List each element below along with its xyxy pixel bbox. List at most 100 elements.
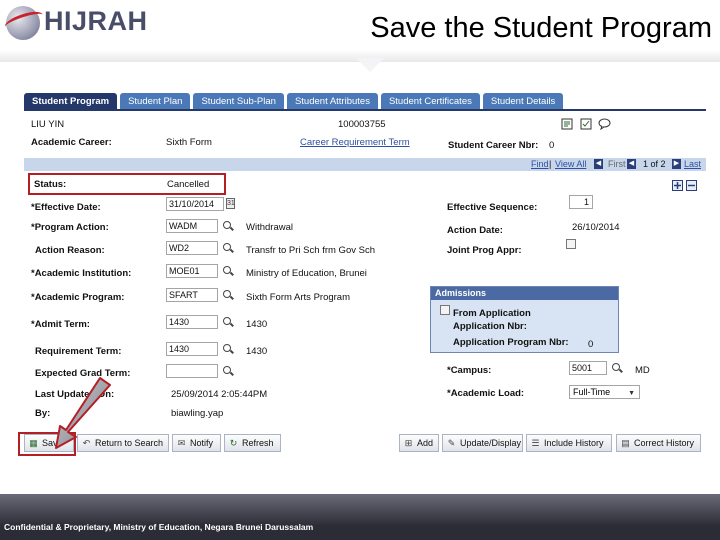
student-career-nbr-value: 0 — [549, 140, 555, 151]
notify-icon: ✉ — [177, 438, 186, 448]
admit-term-lookup-icon[interactable] — [223, 317, 234, 328]
refresh-icon: ↻ — [229, 438, 238, 448]
next-arrow-icon[interactable]: ▶ — [672, 159, 681, 169]
tab-student-certificates[interactable]: Student Certificates — [380, 93, 480, 110]
academic-load-label: *Academic Load: — [447, 388, 525, 399]
add-icon: ⊞ — [404, 438, 413, 448]
notepad-icon[interactable] — [561, 117, 574, 130]
joint-prog-appr-label: Joint Prog Appr: — [447, 245, 522, 256]
requirement-term-lookup-icon[interactable] — [223, 344, 234, 355]
refresh-button[interactable]: ↻ Refresh — [224, 434, 281, 452]
program-action-input[interactable]: WADM — [166, 219, 218, 233]
action-reason-label: Action Reason: — [35, 245, 105, 256]
requirement-term-input[interactable]: 1430 — [166, 342, 218, 356]
hijrah-logo: HIJRAH — [2, 2, 164, 42]
campus-desc: MD — [635, 365, 650, 376]
include-history-button[interactable]: ☰ Include History — [526, 434, 612, 452]
from-application-checkbox[interactable] — [440, 305, 450, 315]
academic-load-value: Full-Time — [573, 387, 611, 397]
page-tabs: Student Program Student Plan Student Sub… — [24, 93, 564, 110]
student-career-nbr-label: Student Career Nbr: — [448, 140, 539, 151]
checklist-icon[interactable] — [580, 117, 593, 130]
academic-institution-input[interactable]: MOE01 — [166, 264, 218, 278]
status-label: Status: — [34, 179, 67, 190]
academic-load-select[interactable]: Full-Time ▼ — [569, 385, 640, 399]
application-program-nbr-value: 0 — [588, 339, 594, 350]
campus-label: *Campus: — [447, 365, 492, 376]
action-reason-input[interactable]: WD2 — [166, 241, 218, 255]
tab-student-program[interactable]: Student Program — [24, 93, 118, 110]
return-to-search-button[interactable]: ↶ Return to Search — [77, 434, 169, 452]
application-program-nbr-label: Application Program Nbr: — [453, 337, 569, 348]
tab-student-plan[interactable]: Student Plan — [120, 93, 191, 110]
tab-underline — [24, 109, 706, 111]
add-row-icon[interactable] — [672, 180, 683, 191]
campus-lookup-icon[interactable] — [612, 363, 623, 374]
campus-input[interactable]: 5001 — [569, 361, 607, 375]
academic-career-value: Sixth Form — [166, 137, 212, 148]
effective-sequence-input[interactable]: 1 — [569, 195, 593, 209]
return-to-search-icon: ↶ — [82, 438, 91, 448]
first-link[interactable]: First — [608, 159, 626, 169]
effective-date-input[interactable]: 31/10/2014 — [166, 197, 224, 211]
academic-program-input[interactable]: SFART — [166, 288, 218, 302]
effective-date-label: *Effective Date: — [31, 202, 101, 213]
admit-term-desc: 1430 — [246, 319, 268, 330]
calendar-icon[interactable]: 31 — [226, 198, 235, 209]
correct-history-button[interactable]: ▤ Correct History — [616, 434, 701, 452]
academic-program-label: *Academic Program: — [31, 292, 125, 303]
program-action-lookup-icon[interactable] — [223, 221, 234, 232]
add-button[interactable]: ⊞ Add — [399, 434, 439, 452]
page-toolbar: ▦ Save ↶ Return to Search ✉ Notify ↻ Refresh… — [24, 434, 706, 452]
prev-arrow-icon[interactable]: ◀ — [627, 159, 636, 169]
comments-icon[interactable] — [598, 117, 611, 130]
tab-student-details[interactable]: Student Details — [482, 93, 564, 110]
row-count: 1 of 2 — [643, 159, 666, 169]
career-requirement-term-link[interactable]: Career Requirement Term — [300, 137, 410, 148]
requirement-term-label: Requirement Term: — [35, 346, 122, 357]
nav-separator: | — [549, 159, 552, 169]
academic-program-lookup-icon[interactable] — [223, 290, 234, 301]
status-value: Cancelled — [167, 179, 210, 190]
expected-grad-term-lookup-icon[interactable] — [223, 366, 234, 377]
delete-row-icon[interactable] — [686, 180, 697, 191]
save-highlight-box — [18, 432, 76, 456]
academic-institution-lookup-icon[interactable] — [223, 266, 234, 277]
by-value: biawling.yap — [171, 408, 224, 419]
view-all-link[interactable]: View All — [555, 159, 586, 169]
dropdown-arrow-icon: ▼ — [628, 390, 635, 397]
footer-text: Confidential & Proprietary, Ministry of … — [4, 522, 314, 532]
logo-text: HIJRAH — [44, 6, 148, 36]
header-divider-notch — [356, 58, 384, 72]
program-action-desc: Withdrawal — [246, 222, 293, 233]
tab-student-sub-plan[interactable]: Student Sub-Plan — [193, 93, 284, 110]
tab-student-attributes[interactable]: Student Attributes — [286, 93, 378, 110]
find-link[interactable]: Find — [531, 159, 549, 169]
footer-bar: Confidential & Proprietary, Ministry of … — [0, 494, 720, 540]
from-application-label: From Application — [453, 308, 531, 319]
last-updated-value: 25/09/2014 2:05:44PM — [171, 389, 268, 400]
update-display-button[interactable]: ✎ Update/Display — [442, 434, 523, 452]
by-label: By: — [35, 408, 51, 419]
admit-term-input[interactable]: 1430 — [166, 315, 218, 329]
scroll-navigation-bar: Find | View All ◀ First ◀ 1 of 2 ▶ Last — [24, 158, 706, 171]
first-arrow-icon[interactable]: ◀ — [594, 159, 603, 169]
last-link[interactable]: Last — [684, 159, 701, 169]
academic-institution-desc: Ministry of Education, Brunei — [246, 268, 367, 279]
last-updated-label: Last Updated On: — [35, 389, 115, 400]
notify-button[interactable]: ✉ Notify — [172, 434, 221, 452]
student-name: LIU YIN — [31, 119, 65, 130]
student-id: 100003755 — [338, 119, 386, 130]
application-nbr-label: Application Nbr: — [453, 321, 527, 332]
requirement-term-desc: 1430 — [246, 346, 268, 357]
action-date-value: 26/10/2014 — [572, 222, 620, 233]
correct-history-icon: ▤ — [621, 438, 630, 448]
action-date-label: Action Date: — [447, 225, 503, 236]
action-reason-desc: Transfr to Pri Sch frm Gov Sch — [246, 245, 375, 256]
academic-institution-label: *Academic Institution: — [31, 268, 132, 279]
joint-prog-appr-checkbox[interactable] — [566, 239, 576, 249]
action-reason-lookup-icon[interactable] — [223, 243, 234, 254]
update-display-icon: ✎ — [447, 438, 456, 448]
admissions-group: Admissions From Application Application … — [430, 286, 619, 353]
expected-grad-term-input[interactable] — [166, 364, 218, 378]
